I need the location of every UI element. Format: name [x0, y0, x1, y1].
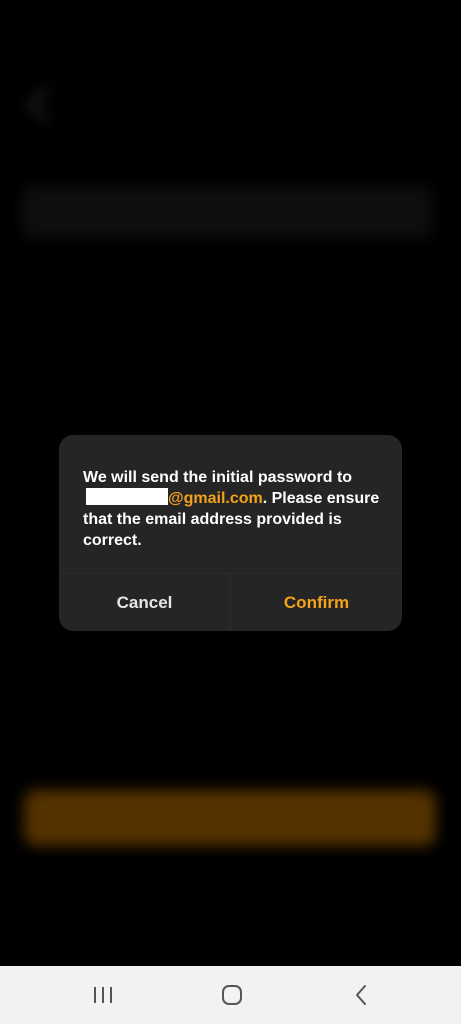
background-submit-button — [24, 790, 436, 846]
recents-icon — [94, 987, 112, 1003]
email-domain: @gmail.com — [168, 490, 263, 507]
back-icon — [356, 985, 366, 1005]
home-icon — [222, 985, 242, 1005]
dialog-message-intro: We will send the initial password to — [83, 469, 353, 486]
background-input-field — [22, 186, 432, 238]
confirm-email-dialog: We will send the initial password to @gma… — [59, 435, 402, 631]
confirm-button[interactable]: Confirm — [231, 574, 402, 631]
background-back-arrow-icon — [28, 86, 65, 123]
navigation-bar — [0, 966, 461, 1024]
screen: We will send the initial password to @gma… — [0, 0, 461, 1024]
redacted-email-user — [86, 488, 168, 505]
cancel-button[interactable]: Cancel — [59, 574, 230, 631]
dialog-message: We will send the initial password to @gma… — [83, 467, 383, 551]
back-button[interactable] — [322, 966, 402, 1024]
recents-button[interactable] — [63, 966, 143, 1024]
home-button[interactable] — [192, 966, 272, 1024]
